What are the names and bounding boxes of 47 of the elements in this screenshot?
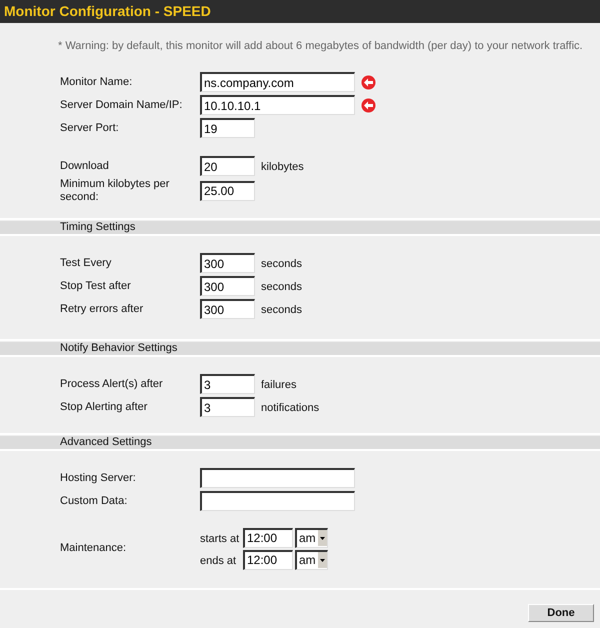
arrow-left-icon: [361, 98, 376, 112]
caret-icon: [318, 552, 327, 568]
done-button[interactable]: Done: [528, 604, 594, 622]
section-header: Advanced Settings: [0, 436, 600, 450]
field-label: Stop Test after: [60, 280, 132, 292]
unit-label: seconds: [261, 280, 302, 296]
window-title: Monitor Configuration - SPEED: [4, 2, 211, 21]
text-field[interactable]: 10.10.10.1: [200, 95, 355, 115]
text-field[interactable]: 19: [200, 118, 255, 138]
text-field[interactable]: [200, 491, 355, 511]
unit-label: notifications: [261, 401, 320, 416]
unit-label: failures: [261, 378, 296, 394]
text-field[interactable]: 300: [200, 253, 255, 273]
text-field[interactable]: 25.00: [200, 180, 255, 200]
time-field[interactable]: 12:00: [243, 528, 293, 548]
field-label: Server Domain Name/IP:: [60, 98, 184, 112]
period-dropdown[interactable]: am: [295, 550, 328, 570]
field-label: Test Every: [60, 256, 112, 270]
field-label: Download: [60, 160, 110, 172]
unit-label: seconds: [261, 303, 302, 318]
field-label: Process Alert(s) after: [60, 378, 164, 390]
text-field[interactable]: 20: [200, 156, 255, 176]
section-header: Timing Settings: [0, 220, 600, 236]
field-label: Maintenance:: [60, 541, 128, 556]
section-header: Notify Behavior Settings: [0, 342, 600, 356]
warning-text: * Warning: by default, this monitor will add about 6 megabytes of bandwidth (per day) to your network traffic.: [58, 39, 584, 54]
text-field[interactable]: 300: [200, 299, 255, 319]
text-field[interactable]: 3: [200, 397, 255, 417]
period-dropdown[interactable]: am: [295, 528, 328, 548]
text-field[interactable]: 3: [200, 374, 255, 394]
field-label: Stop Alerting after: [60, 400, 148, 414]
field-label: Minimum kilobytes per second:: [60, 178, 170, 204]
text-field[interactable]: ns.company.com: [200, 72, 355, 92]
field-label: Retry errors after: [60, 302, 144, 316]
field-label: Custom Data:: [60, 494, 128, 508]
time-label: ends at: [200, 554, 238, 569]
unit-label: seconds: [261, 257, 302, 272]
arrow-left-icon: [361, 74, 376, 90]
unit-label: kilobytes: [261, 160, 304, 176]
field-label: Server Port:: [60, 122, 120, 134]
caret-icon: [318, 530, 327, 546]
field-label: Hosting Server:: [60, 472, 137, 484]
text-field[interactable]: 300: [200, 276, 255, 296]
time-field[interactable]: 12:00: [243, 550, 293, 570]
text-field[interactable]: [200, 468, 355, 488]
field-label: Monitor Name:: [60, 76, 134, 88]
time-label: starts at: [200, 532, 240, 547]
